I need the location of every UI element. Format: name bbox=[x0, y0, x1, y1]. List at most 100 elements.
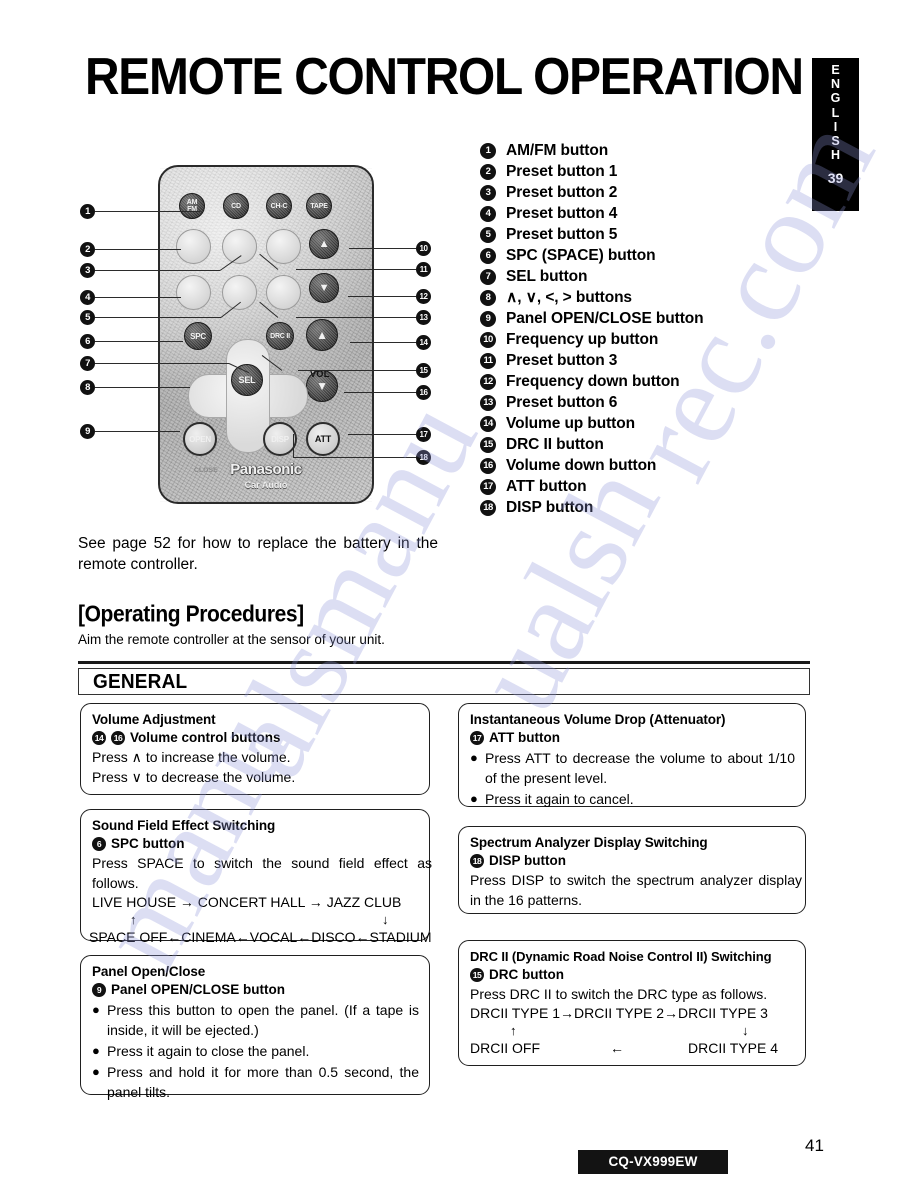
operating-procedures-subtitle: Aim the remote controller at the sensor … bbox=[78, 632, 385, 647]
legend-item: 15 DRC II button bbox=[480, 434, 810, 455]
callout-16: 16 bbox=[416, 385, 431, 400]
sound-field-arrow-up: ↑ bbox=[130, 912, 137, 927]
legend-label: Preset button 6 bbox=[506, 393, 618, 411]
legend-label: Panel OPEN/CLOSE button bbox=[506, 309, 704, 327]
volume-adjustment-box: Volume Adjustment 14 16 Volume control b… bbox=[80, 703, 430, 795]
volume-box-subtitle-text: Volume control buttons bbox=[130, 730, 281, 745]
callout-7: 7 bbox=[80, 356, 95, 371]
panel-bullet-1: ● Press this button to open the panel. (… bbox=[92, 1000, 419, 1040]
remote-button-att: ATT bbox=[306, 422, 340, 456]
inline-number-9: 9 bbox=[92, 982, 106, 997]
sound-field-arrow-down: ↓ bbox=[382, 912, 389, 927]
remote-button-preset-2 bbox=[222, 229, 257, 264]
legend-item: 1 AM/FM button bbox=[480, 140, 810, 161]
legend-label: Volume up button bbox=[506, 414, 635, 432]
bullet-dot-icon: ● bbox=[470, 750, 478, 765]
general-section-header: GENERAL bbox=[78, 668, 810, 695]
callout-8: 8 bbox=[80, 380, 95, 395]
remote-button-preset-5 bbox=[222, 275, 257, 310]
legend-number: 12 bbox=[480, 373, 496, 390]
legend-label: DRC II button bbox=[506, 435, 604, 453]
legend-label: ∧, ∨, <, > buttons bbox=[506, 289, 632, 306]
legend-label: Preset button 3 bbox=[506, 351, 618, 369]
legend-item: 2 Preset button 1 bbox=[480, 161, 810, 182]
sound-field-flow-bottom: SPACE OFF←CINEMA←VOCAL←DISCO←STADIUM bbox=[89, 929, 432, 945]
callout-7-leader bbox=[95, 363, 229, 364]
callout-11-leader bbox=[296, 269, 416, 270]
callout-1-leader bbox=[95, 211, 200, 212]
remote-button-sel: SEL bbox=[231, 364, 263, 396]
panel-bullet-3-text: Press and hold it for more than 0.5 seco… bbox=[107, 1064, 419, 1100]
legend-item: 10 Frequency up button bbox=[480, 329, 810, 350]
remote-legend-list: 1 AM/FM button 2 Preset button 1 3 Preset b… bbox=[480, 140, 810, 518]
legend-number: 4 bbox=[480, 205, 496, 222]
tab-page-reference: 39 bbox=[827, 170, 844, 187]
sound-field-box-subtitle: 6 SPC button bbox=[92, 834, 419, 853]
panel-bullet-3: ● Press and hold it for more than 0.5 se… bbox=[92, 1062, 419, 1102]
drc-flow-bottom: DRCII OFF ← DRCII TYPE 4 bbox=[470, 1039, 795, 1059]
drc-box-title: DRC II (Dynamic Road Noise Control II) S… bbox=[470, 949, 772, 964]
legend-label: SEL button bbox=[506, 267, 588, 285]
page-title: REMOTE CONTROL OPERATION bbox=[85, 47, 804, 106]
drc-arrow-down: ↓ bbox=[742, 1023, 749, 1038]
callout-5: 5 bbox=[80, 310, 95, 325]
legend-number: 15 bbox=[480, 436, 496, 453]
legend-number: 6 bbox=[480, 247, 496, 264]
sound-field-box-line-1: Press SPACE to switch the sound field ef… bbox=[92, 855, 432, 891]
legend-number: 17 bbox=[480, 478, 496, 495]
tab-letter: E bbox=[831, 63, 840, 77]
attenuator-bullet-1-text: Press ATT to decrease the volume to abou… bbox=[485, 750, 795, 786]
legend-label: SPC (SPACE) button bbox=[506, 246, 656, 264]
callout-13-leader bbox=[296, 317, 416, 318]
drc-flow-arrows: ↑ ↓ bbox=[470, 1023, 795, 1039]
remote-button-am-fm: AM FM bbox=[179, 193, 205, 219]
tab-letter: H bbox=[830, 148, 841, 163]
remote-control-diagram: AM FM CD CH-C TAPE ▲ ▼ SPC DRC II ▲ ▼ VOL… bbox=[78, 162, 468, 522]
panel-bullet-1-text: Press this button to open the panel. (If… bbox=[107, 1002, 419, 1038]
callout-2: 2 bbox=[80, 242, 95, 257]
callout-4: 4 bbox=[80, 290, 95, 305]
volume-box-title: Volume Adjustment bbox=[92, 712, 216, 727]
legend-number: 8 bbox=[480, 289, 496, 306]
drc-flow-top: DRCII TYPE 1→DRCII TYPE 2→DRCII TYPE 3 bbox=[470, 1005, 768, 1021]
remote-button-preset-4 bbox=[176, 275, 211, 310]
callout-6: 6 bbox=[80, 334, 95, 349]
general-section-label: GENERAL bbox=[93, 671, 188, 694]
legend-item: 14 Volume up button bbox=[480, 413, 810, 434]
attenuator-bullet-2-text: Press it again to cancel. bbox=[485, 791, 634, 807]
legend-item: 5 Preset button 5 bbox=[480, 224, 810, 245]
sound-field-flow-top: LIVE HOUSE → CONCERT HALL → JAZZ CLUB bbox=[92, 894, 402, 910]
panel-box-subtitle: 9 Panel OPEN/CLOSE button bbox=[92, 980, 419, 999]
battery-replacement-note: See page 52 for how to replace the batte… bbox=[78, 535, 438, 573]
callout-15-leader bbox=[298, 370, 416, 371]
volume-box-subtitle: 14 16 Volume control buttons bbox=[92, 728, 419, 747]
callout-18-leader-vert bbox=[293, 434, 294, 458]
legend-number: 5 bbox=[480, 226, 496, 243]
operating-procedures-title: [Operating Procedures] bbox=[78, 602, 304, 627]
legend-number: 11 bbox=[480, 352, 496, 369]
callout-3: 3 bbox=[80, 263, 95, 278]
inline-number-16: 16 bbox=[111, 730, 125, 745]
legend-number: 13 bbox=[480, 394, 496, 411]
remote-button-frequency-up: ▲ bbox=[309, 229, 339, 259]
remote-button-preset-3 bbox=[266, 229, 301, 264]
spectrum-box-subtitle: 18 DISP button bbox=[470, 851, 795, 870]
english-language-tab: E N G L I S H 39 bbox=[812, 58, 859, 211]
legend-number: 16 bbox=[480, 457, 496, 474]
legend-number: 7 bbox=[480, 268, 496, 285]
callout-8-leader bbox=[95, 387, 190, 388]
legend-label: Preset button 4 bbox=[506, 204, 618, 222]
model-number-badge: CQ-VX999EW bbox=[578, 1150, 728, 1174]
remote-control-body: AM FM CD CH-C TAPE ▲ ▼ SPC DRC II ▲ ▼ VOL… bbox=[158, 165, 374, 504]
callout-15: 15 bbox=[416, 363, 431, 378]
drc-arrow-up: ↑ bbox=[510, 1023, 517, 1038]
legend-label: DISP button bbox=[506, 498, 594, 516]
sound-field-box-title: Sound Field Effect Switching bbox=[92, 818, 276, 833]
attenuator-bullet-2: ● Press it again to cancel. bbox=[470, 789, 795, 809]
remote-button-preset-6 bbox=[266, 275, 301, 310]
remote-button-ch-c: CH-C bbox=[266, 193, 292, 219]
drc-box-subtitle: 15 DRC button bbox=[470, 965, 795, 984]
callout-10: 10 bbox=[416, 241, 431, 256]
callout-17-leader bbox=[348, 434, 416, 435]
panel-box-title: Panel Open/Close bbox=[92, 964, 206, 979]
